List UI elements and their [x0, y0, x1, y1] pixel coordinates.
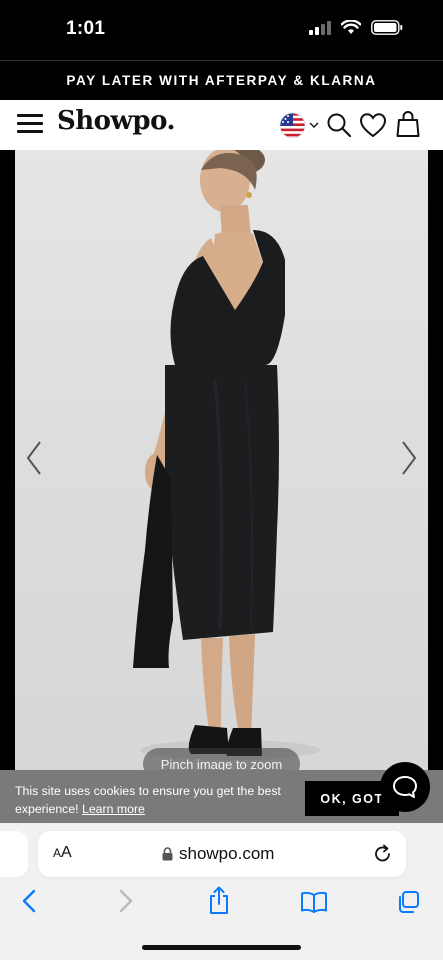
bookmarks-icon[interactable] — [300, 891, 328, 913]
chat-button[interactable] — [380, 762, 430, 812]
learn-more-link[interactable]: Learn more — [82, 802, 145, 816]
chevron-down-icon[interactable] — [309, 122, 319, 129]
shopping-bag-icon[interactable] — [396, 110, 420, 138]
status-icons — [309, 20, 403, 35]
us-flag-icon[interactable] — [279, 112, 306, 139]
cookie-message: This site uses cookies to ensure you get… — [15, 782, 295, 818]
url-text: showpo.com — [179, 844, 275, 863]
model-photo — [133, 150, 320, 760]
cookie-text: This site uses cookies to ensure you get… — [15, 784, 281, 816]
heart-wishlist-icon[interactable] — [359, 112, 387, 138]
wifi-icon — [341, 20, 361, 34]
hamburger-menu-icon[interactable] — [17, 114, 43, 134]
showpo-logo[interactable]: Showpo. — [57, 106, 176, 136]
tabs-icon[interactable] — [396, 890, 420, 914]
url-display[interactable]: showpo.com — [162, 844, 274, 864]
battery-icon — [371, 20, 403, 35]
cellular-signal-icon — [309, 20, 331, 35]
forward-icon[interactable] — [119, 889, 133, 913]
status-time: 1:01 — [66, 18, 106, 39]
search-icon[interactable] — [326, 112, 352, 138]
site-header: Showpo. — [0, 100, 443, 150]
product-image[interactable]: Pinch image to zoom — [15, 150, 428, 780]
back-icon[interactable] — [22, 889, 36, 913]
promo-banner[interactable]: PAY LATER WITH AFTERPAY & KLARNA — [0, 60, 443, 100]
address-bar[interactable]: AA showpo.com — [38, 831, 406, 877]
home-indicator[interactable] — [142, 945, 301, 950]
share-icon[interactable] — [208, 886, 230, 915]
reload-icon[interactable] — [374, 844, 392, 864]
previous-tab-peek[interactable] — [0, 831, 28, 877]
lock-icon — [162, 847, 173, 861]
previous-image-arrow-icon[interactable] — [26, 440, 42, 476]
reader-text-size-button[interactable]: AA — [53, 844, 72, 862]
status-bar: 1:01 — [0, 0, 443, 60]
browser-chrome: AA showpo.com — [0, 823, 443, 960]
cookie-banner: This site uses cookies to ensure you get… — [0, 770, 443, 823]
chat-bubble-icon — [393, 776, 417, 798]
next-image-arrow-icon[interactable] — [401, 440, 417, 476]
